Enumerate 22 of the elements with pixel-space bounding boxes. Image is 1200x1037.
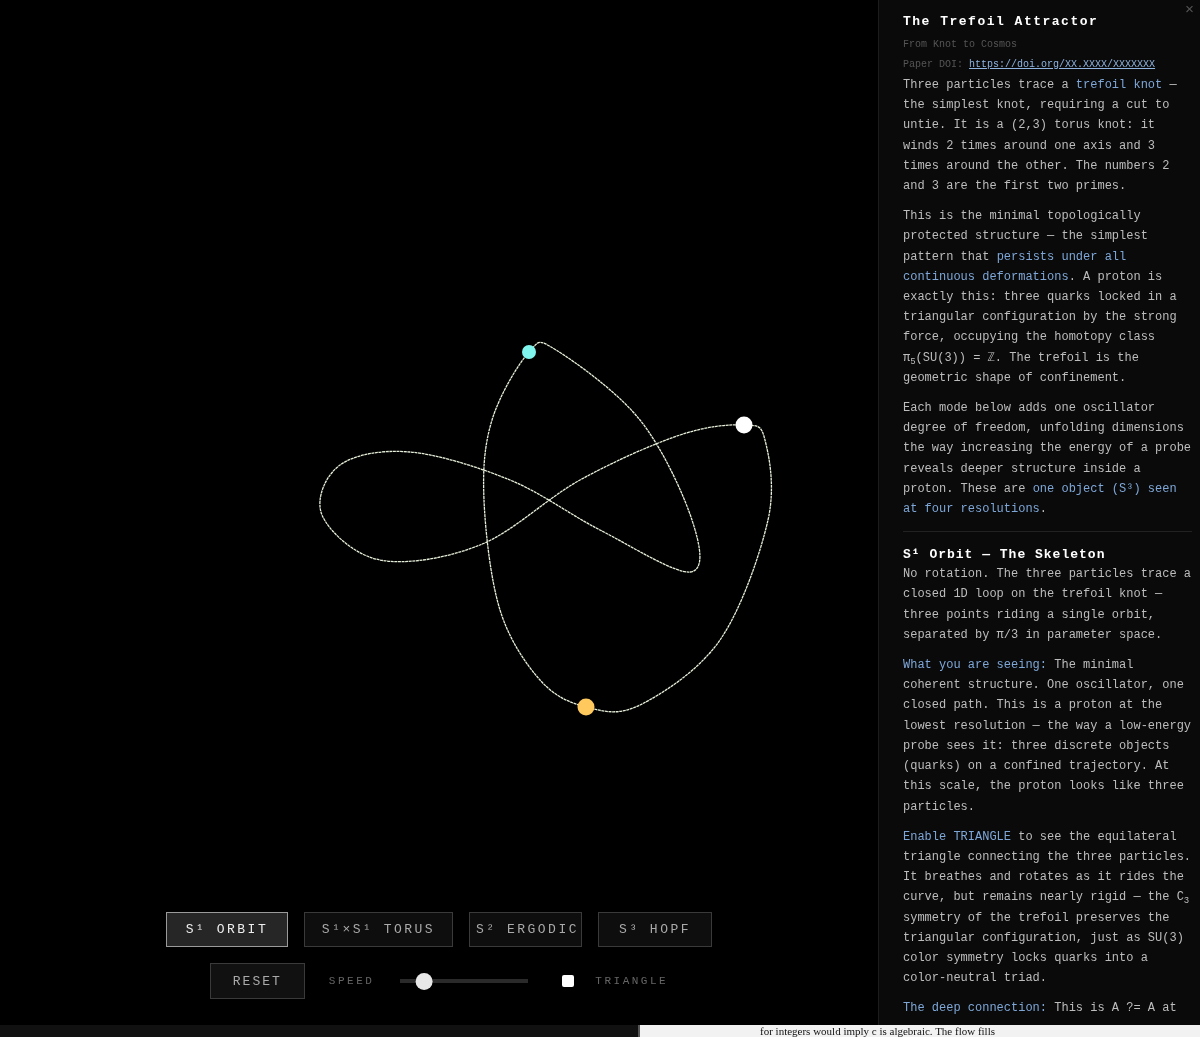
reset-button[interactable]: RESET bbox=[209, 963, 305, 999]
panel-subtitle: From Knot to Cosmos bbox=[903, 38, 1019, 52]
paragraph: No rotation. The three particles trace a closed 1D loop on the trefoil knot — three points riding a single orbit, separated by π/3 in parameter space. bbox=[903, 566, 1192, 644]
doi-link[interactable]: https://doi.org/XX.XXXX/XXXXXXX bbox=[969, 59, 1156, 70]
paragraph: This is the minimal topologically protected structure — the simplest pattern that persists under all continuous deformations. A proton is exactly this: three quarks locked in a triangular configuration by the strong force, occupying the homotopy class π$_{5}$(SU(3)) = ℤ. The trefoil is the geometric shape of confinement. bbox=[903, 208, 1178, 387]
paragraph: Enable TRIANGLE to see the equilateral triangle connecting the three particles. It breathes and rotates as it rides the curve, but remains nearly rigid — the C$_{3}$ symmetry of the trefoil preserves the triangular configuration, just as SU(3) color symmetry locks quarks into a color-neutral triad. bbox=[903, 828, 1192, 988]
speed-label: SPEED bbox=[328, 975, 375, 987]
paragraph: Three particles trace a trefoil knot — the simplest knot, requiring a cut to untie. It is a (2,3) torus knot: it winds 2 times around one axis and 3 times around the other. The numbers 2 and 3 are the first two primes. bbox=[903, 77, 1178, 195]
triangle-checkbox[interactable] bbox=[562, 975, 575, 987]
mode-tab[interactable]: S¹ ORBIT bbox=[166, 912, 288, 947]
document-text: for integers would imply c is algebraic. The flow fills bbox=[638, 1025, 1200, 1037]
triangle-label: TRIANGLE bbox=[595, 975, 669, 987]
section-title: S¹ Orbit — The Skeleton bbox=[903, 546, 1107, 565]
mode-tab[interactable]: S¹×S¹ TORUS bbox=[304, 912, 453, 947]
paragraph: Each mode below adds one oscillator degree of freedom, unfolding dimensions the way increasing the energy of a probe reveals deeper structure inside a proton. These are one object (S³) seen at four resolutions. bbox=[903, 400, 1192, 519]
doi-label: Paper DOI: bbox=[903, 59, 963, 70]
paragraph: What you are seeing: The minimal coherent structure. One oscillator, one closed path. This is a proton at the lowest resolution — the way a low-energy probe sees it: three discrete objects (quarks) on a confined trajectory. At this scale, the proton looks like three particles. bbox=[903, 657, 1192, 816]
slider-thumb[interactable] bbox=[415, 972, 433, 990]
mode-tab[interactable]: S³ HOPF bbox=[598, 912, 712, 947]
paragraph: The deep connection: This is A ?= A at bbox=[903, 1000, 1178, 1018]
panel-title: The Trefoil Attractor bbox=[903, 14, 1100, 29]
mode-tab[interactable]: S² ERGODIC bbox=[469, 912, 582, 947]
